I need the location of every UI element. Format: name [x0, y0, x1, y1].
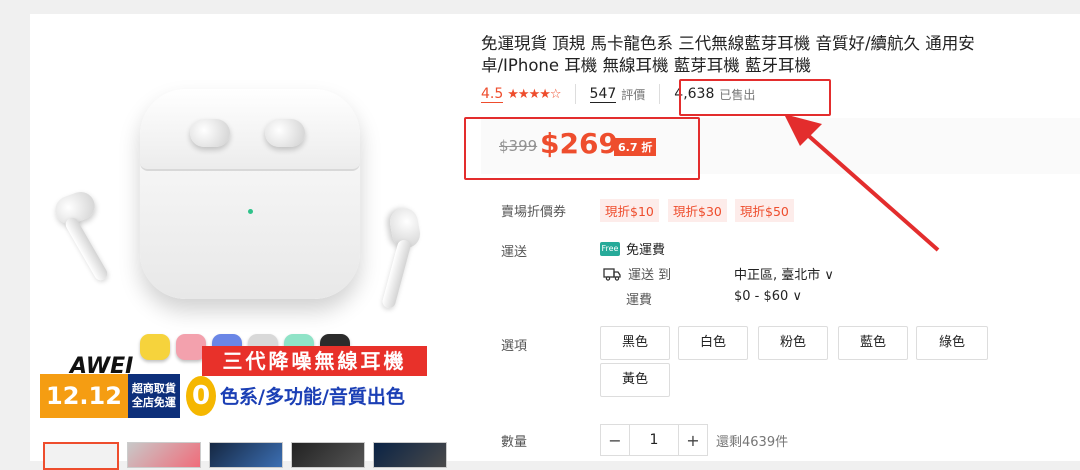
- earbuds-case-image: [140, 89, 360, 299]
- earbud-right-image: [265, 119, 305, 147]
- case-led: [248, 209, 253, 214]
- case-lid: [140, 89, 360, 171]
- earbud-floating-left-stem: [63, 215, 110, 283]
- review-label: 評價: [621, 87, 646, 102]
- promo-date: 12.12: [40, 374, 128, 418]
- quantity-minus-button[interactable]: −: [601, 431, 629, 450]
- swatch-yellow: [140, 334, 170, 360]
- free-shipping: Free 免運費: [600, 239, 665, 258]
- rating-stars-icon: ★★★★☆: [507, 86, 561, 102]
- thumbnail-2[interactable]: [127, 442, 201, 468]
- image-banner-title: 三代降噪無線耳機: [202, 346, 427, 376]
- option-white[interactable]: 白色: [678, 326, 748, 360]
- vouchers-label: 賣場折價券: [501, 205, 567, 220]
- price-highlight-box: [464, 117, 700, 180]
- shipping-location-dropdown[interactable]: 中正區, 臺北市 ∨: [734, 264, 834, 283]
- promo-badge: 12.12 超商取貨 全店免運: [40, 374, 180, 418]
- annotation-arrow-icon: [784, 114, 940, 252]
- voucher-30[interactable]: 現折$30: [668, 199, 727, 222]
- divider: [574, 84, 576, 104]
- option-black[interactable]: 黑色: [600, 326, 670, 360]
- rating-value[interactable]: 4.5: [481, 86, 504, 103]
- shipping-label: 運送: [501, 245, 528, 260]
- voucher-50[interactable]: 現折$50: [735, 199, 794, 222]
- voucher-10[interactable]: 現折$10: [600, 199, 659, 222]
- shipping-fee-dropdown[interactable]: $0 - $60 ∨: [734, 289, 802, 304]
- free-shipping-icon: Free: [600, 241, 620, 256]
- thumbnail-3[interactable]: [209, 442, 283, 468]
- quantity-stepper: − 1 +: [600, 424, 708, 456]
- option-pink[interactable]: 粉色: [758, 326, 828, 360]
- promo-line-1: 超商取貨: [131, 382, 176, 395]
- product-main-image[interactable]: AWEI 三代降噪無線耳機 12.12 超商取貨 全店免運 0 色系/多功能/音…: [40, 34, 460, 439]
- thumbnail-strip: [43, 442, 447, 470]
- promo-line-2: 全店免運: [131, 396, 176, 409]
- stock-remaining: 還剩4639件: [716, 435, 789, 450]
- ship-to: 運送 到: [603, 264, 671, 283]
- option-green[interactable]: 綠色: [916, 326, 988, 360]
- quantity-input[interactable]: 1: [629, 425, 679, 455]
- shipping-fee-label: 運費: [626, 293, 653, 308]
- quantity-plus-button[interactable]: +: [679, 431, 707, 450]
- earbud-left-image: [190, 119, 230, 147]
- promo-free-shipping: 超商取貨 全店免運: [128, 382, 176, 410]
- review-count[interactable]: 547: [589, 86, 617, 103]
- promo-subtitle: 色系/多功能/音質出色: [220, 386, 405, 408]
- ship-to-label: 運送 到: [628, 268, 672, 283]
- product-title: 免運現貨 頂規 馬卡龍色系 三代無線藍芽耳機 音質好/續航久 通用安卓/IPho…: [481, 34, 975, 75]
- options-label: 選項: [501, 339, 528, 354]
- thumbnail-1[interactable]: [43, 442, 119, 470]
- divider: [659, 84, 661, 104]
- free-shipping-text: 免運費: [626, 243, 666, 258]
- thumbnail-5[interactable]: [373, 442, 447, 468]
- earbud-floating-right-stem: [381, 238, 412, 310]
- promo-zero: 0: [186, 376, 216, 416]
- option-yellow[interactable]: 黃色: [600, 363, 670, 397]
- option-blue[interactable]: 藍色: [838, 326, 908, 360]
- truck-icon: [603, 267, 621, 281]
- quantity-label: 數量: [501, 435, 528, 450]
- thumbnail-4[interactable]: [291, 442, 365, 468]
